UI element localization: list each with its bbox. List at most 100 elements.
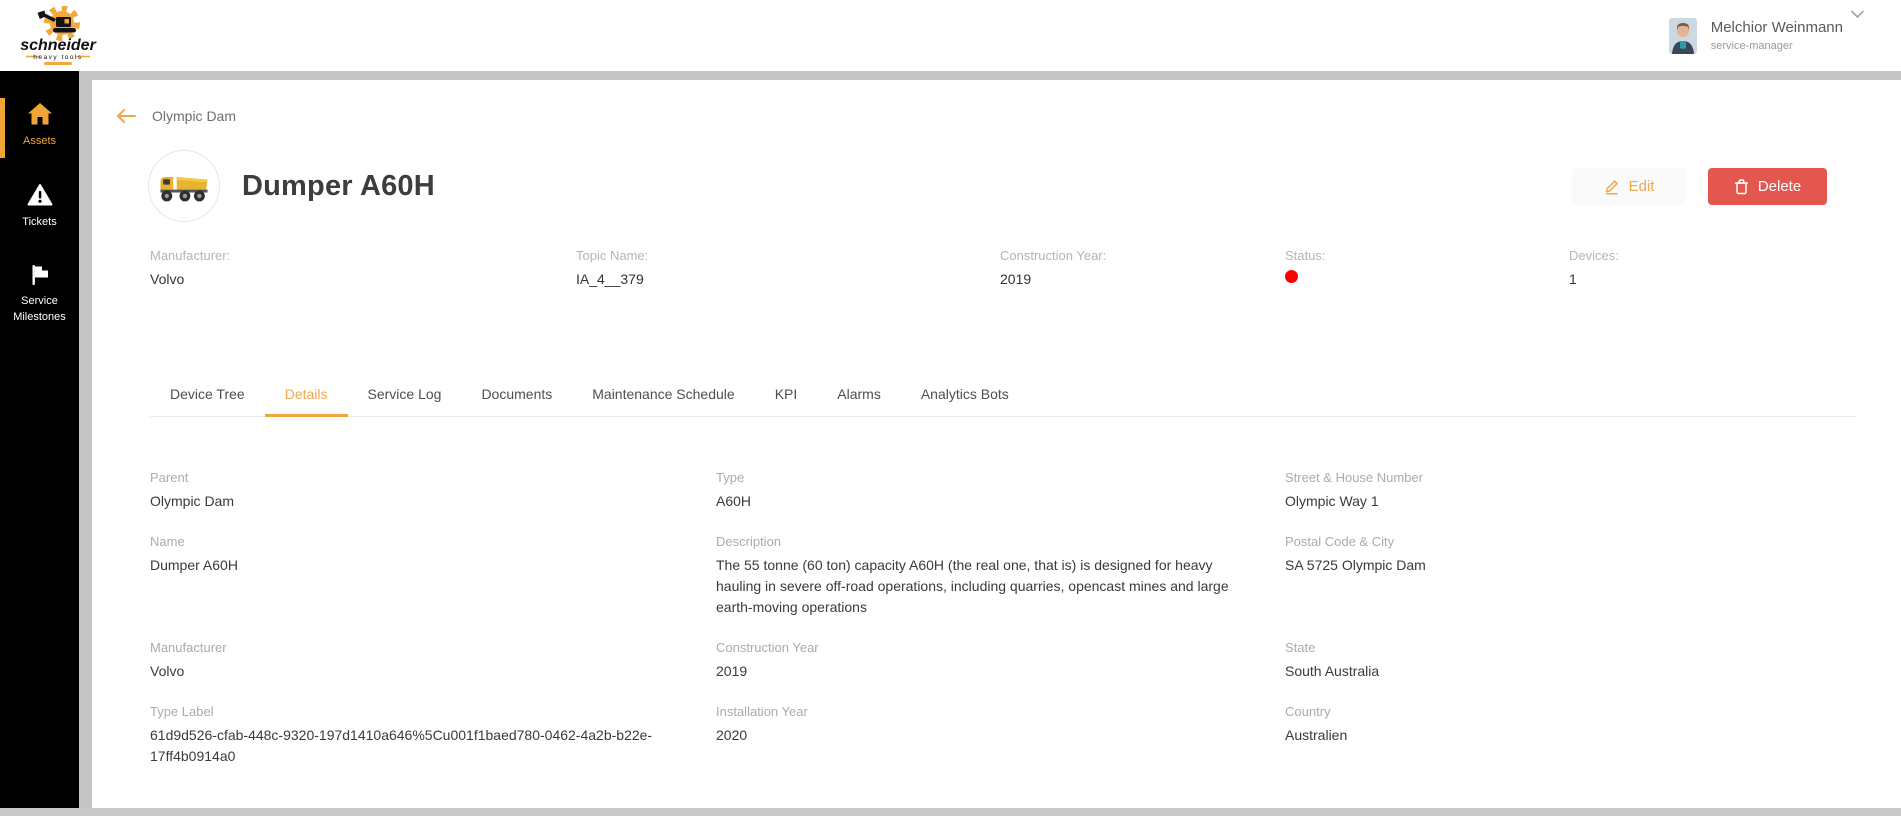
breadcrumb-label[interactable]: Olympic Dam [152,108,236,124]
back-button[interactable] [115,108,137,124]
tab-maintenance-schedule[interactable]: Maintenance Schedule [572,377,754,417]
page-title: Dumper A60H [242,170,435,203]
tab-bar: Device Tree Details Service Log Document… [150,377,1857,417]
field-label: Installation Year [716,704,1259,720]
tab-service-log[interactable]: Service Log [348,377,462,417]
field-value: SA 5725 Olympic Dam [1285,555,1831,576]
user-name: Melchior Weinmann [1711,19,1843,36]
asset-image [148,150,220,222]
field-label: Construction Year [716,640,1259,656]
user-role: service-manager [1711,40,1843,52]
sidebar-item-label: Assets [21,133,58,149]
user-info: Melchior Weinmann service-manager [1711,19,1843,52]
sidebar-nav: Assets Tickets Service Milestones [0,71,79,808]
field-value: The 55 tonne (60 ton) capacity A60H (the… [716,555,1259,618]
field-value: Olympic Way 1 [1285,491,1831,512]
meta-manufacturer: Manufacturer: Volvo [150,248,576,287]
meta-value: IA_4__379 [576,271,1000,287]
action-buttons: Edit Delete [1572,168,1827,205]
field-value: 2020 [716,725,1259,746]
top-header: schneider heavy tools Melchior Weinmann … [0,0,1901,71]
delete-button[interactable]: Delete [1708,168,1827,205]
tab-kpi[interactable]: KPI [755,377,818,417]
home-icon [27,102,53,126]
field-value: Dumper A60H [150,555,690,576]
field-street-house-number: Street & House Number Olympic Way 1 [1285,470,1857,512]
sidebar-item-tickets[interactable]: Tickets [0,179,79,239]
field-installation-year: Installation Year 2020 [716,704,1285,767]
app-window: schneider heavy tools Melchior Weinmann … [0,0,1901,808]
field-label: Postal Code & City [1285,534,1831,550]
field-value: 2019 [716,661,1259,682]
asset-meta-row: Manufacturer: Volvo Topic Name: IA_4__37… [150,248,1901,287]
asset-detail-card: Olympic Dam [92,80,1901,808]
brand-tagline: heavy tools [33,54,82,61]
meta-label: Status: [1285,248,1569,263]
sidebar-item-service-milestones[interactable]: Service Milestones [0,260,79,325]
tab-analytics-bots[interactable]: Analytics Bots [901,377,1029,417]
details-grid: Parent Olympic Dam Type A60H Street & Ho… [150,470,1857,767]
field-value: Volvo [150,661,690,682]
brand-logo[interactable]: schneider heavy tools [12,6,104,66]
delete-button-label: Delete [1758,178,1801,195]
user-avatar [1669,18,1697,54]
meta-value: Volvo [150,271,576,287]
back-arrow-icon [115,108,137,124]
chevron-down-icon[interactable] [1850,10,1865,19]
main-area: Olympic Dam [79,71,1901,808]
field-label: Manufacturer [150,640,690,656]
field-value: South Australia [1285,661,1831,682]
field-label: Parent [150,470,690,486]
meta-topic-name: Topic Name: IA_4__379 [576,248,1000,287]
edit-button-label: Edit [1629,178,1655,195]
field-parent: Parent Olympic Dam [150,470,716,512]
flag-icon [29,264,51,286]
meta-label: Manufacturer: [150,248,576,263]
edit-button[interactable]: Edit [1572,168,1686,205]
field-label: Type Label [150,704,690,720]
horizontal-scrollbar[interactable] [0,808,1901,816]
meta-value: 1 [1569,271,1901,287]
title-row: Dumper A60H Edit [148,150,1827,222]
sidebar-item-label: Tickets [20,214,58,230]
pencil-icon [1604,178,1620,195]
field-value: Olympic Dam [150,491,690,512]
field-type: Type A60H [716,470,1285,512]
field-name: Name Dumper A60H [150,534,716,618]
tab-device-tree[interactable]: Device Tree [150,377,265,417]
field-value: A60H [716,491,1259,512]
field-label: Description [716,534,1259,550]
tab-documents[interactable]: Documents [461,377,572,417]
field-description: Description The 55 tonne (60 ton) capaci… [716,534,1285,618]
dumper-truck-icon [155,167,213,205]
field-manufacturer: Manufacturer Volvo [150,640,716,682]
meta-label: Topic Name: [576,248,1000,263]
user-menu[interactable]: Melchior Weinmann service-manager [1669,18,1843,54]
field-country: Country Australien [1285,704,1857,767]
warning-triangle-icon [27,183,53,207]
field-label: Name [150,534,690,550]
field-value: 61d9d526-cfab-448c-9320-197d1410a646%5Cu… [150,725,690,767]
active-indicator [0,98,5,158]
meta-label: Devices: [1569,248,1901,263]
field-label: Street & House Number [1285,470,1831,486]
meta-devices: Devices: 1 [1569,248,1901,287]
tab-alarms[interactable]: Alarms [817,377,901,417]
sidebar-item-label: Service Milestones [0,293,79,325]
field-value: Australien [1285,725,1831,746]
meta-value: 2019 [1000,271,1285,287]
field-label: Type [716,470,1259,486]
breadcrumb: Olympic Dam [92,80,1901,127]
field-construction-year: Construction Year 2019 [716,640,1285,682]
field-state: State South Australia [1285,640,1857,682]
sidebar-item-assets[interactable]: Assets [0,98,79,158]
field-postal-code-city: Postal Code & City SA 5725 Olympic Dam [1285,534,1857,618]
trash-icon [1734,178,1749,195]
brand-name: schneider [20,37,96,54]
tab-details[interactable]: Details [265,377,348,417]
status-indicator-red [1285,270,1298,283]
field-type-label: Type Label 61d9d526-cfab-448c-9320-197d1… [150,704,716,767]
meta-label: Construction Year: [1000,248,1285,263]
meta-construction-year: Construction Year: 2019 [1000,248,1285,287]
field-label: Country [1285,704,1831,720]
